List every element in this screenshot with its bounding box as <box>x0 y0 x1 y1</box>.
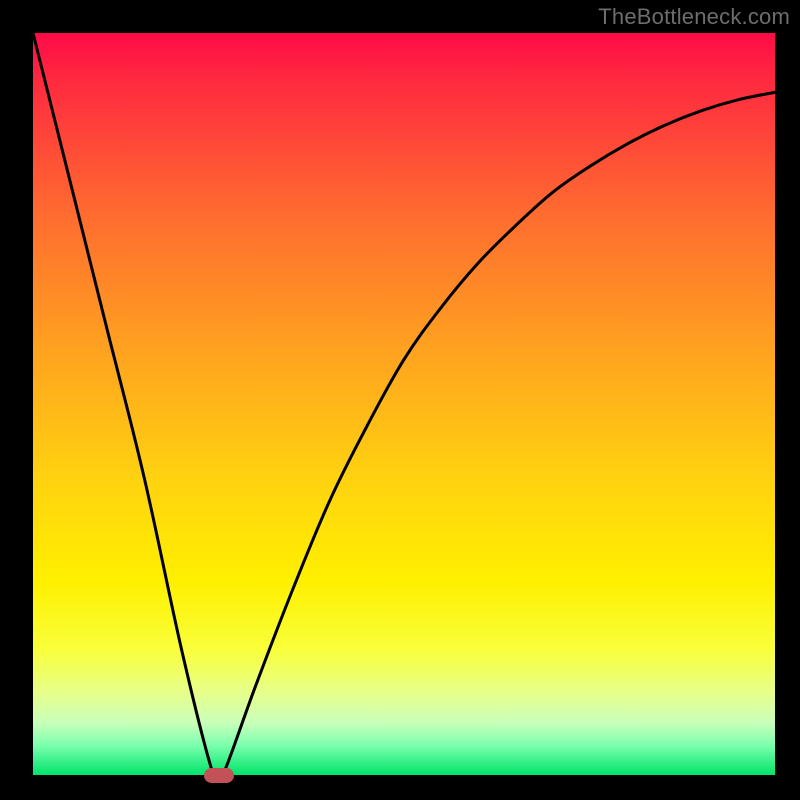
plot-area <box>33 33 775 775</box>
curve-layer <box>33 33 775 775</box>
bottleneck-curve <box>33 33 775 775</box>
chart-frame: TheBottleneck.com <box>0 0 800 800</box>
watermark-text: TheBottleneck.com <box>598 4 790 30</box>
min-marker <box>204 768 234 783</box>
